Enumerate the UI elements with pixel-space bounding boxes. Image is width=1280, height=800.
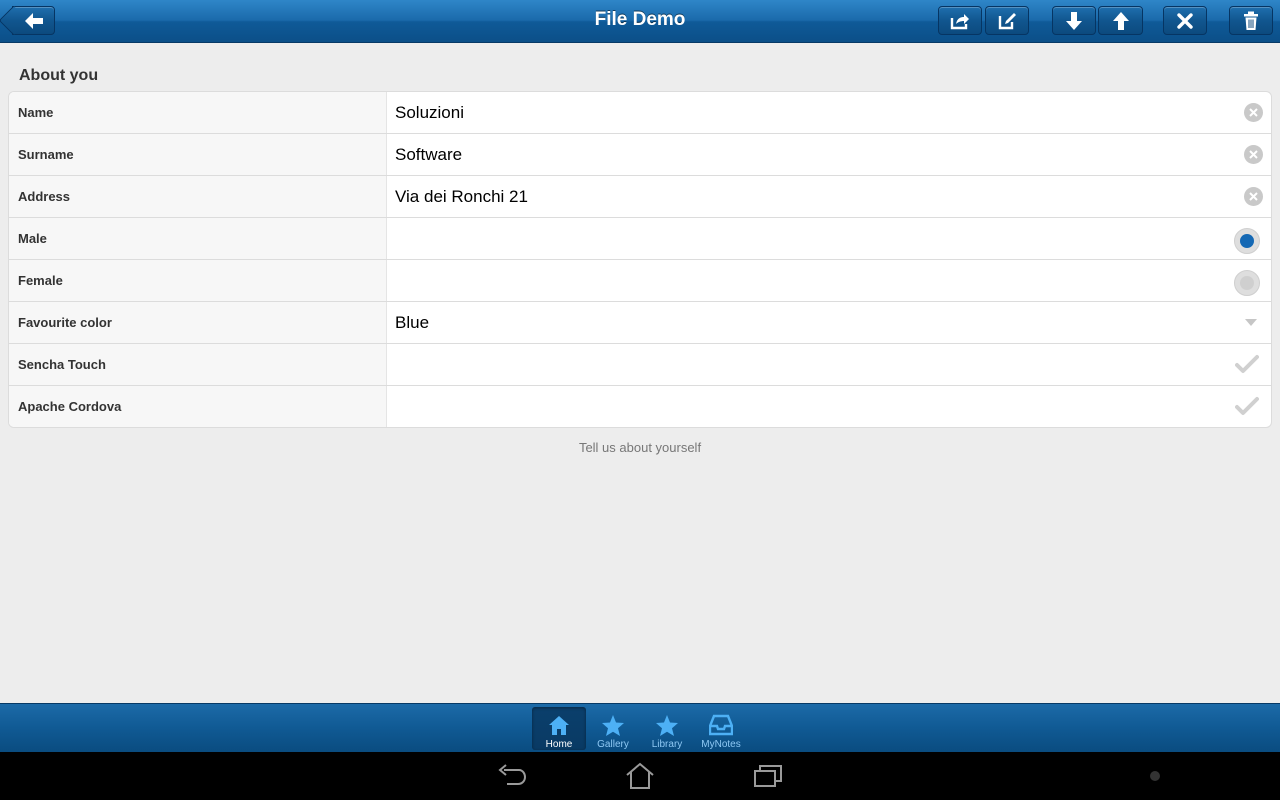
name-value: Soluzioni [395, 103, 464, 122]
edit-button[interactable] [985, 6, 1029, 35]
move-down-button[interactable] [1052, 6, 1096, 35]
cordova-row[interactable]: Apache Cordova [9, 386, 1271, 427]
share-button[interactable] [938, 6, 982, 35]
surname-row: Surname Software [9, 134, 1271, 176]
edit-icon [998, 12, 1016, 29]
male-row[interactable]: Male [9, 218, 1271, 260]
tab-label: Gallery [597, 739, 629, 750]
color-row[interactable]: Favourite color Blue [9, 302, 1271, 344]
nav-back-icon[interactable] [497, 762, 527, 790]
radio-empty-dot [1240, 276, 1254, 290]
name-label: Name [9, 92, 387, 133]
checkmark-icon[interactable] [1235, 396, 1259, 416]
color-value: Blue [395, 313, 430, 332]
close-icon [1177, 12, 1193, 29]
surname-label: Surname [9, 134, 387, 175]
arrow-down-icon [1066, 11, 1082, 30]
female-label: Female [9, 260, 387, 301]
clear-icon[interactable] [1244, 187, 1263, 206]
address-row: Address Via dei Ronchi 21 [9, 176, 1271, 218]
top-toolbar: File Demo [0, 0, 1280, 43]
tab-library[interactable]: Library [640, 707, 694, 750]
tab-label: Home [545, 739, 573, 750]
male-label: Male [9, 218, 387, 259]
share-icon [950, 13, 969, 29]
tab-label: MyNotes [701, 739, 741, 750]
status-dot-icon [1150, 771, 1160, 781]
radio-selected-dot [1240, 234, 1254, 248]
address-value: Via dei Ronchi 21 [395, 187, 528, 206]
cordova-label: Apache Cordova [9, 386, 387, 427]
sencha-row[interactable]: Sencha Touch [9, 344, 1271, 386]
nav-home-icon[interactable] [624, 762, 656, 790]
back-button[interactable] [12, 6, 55, 35]
inbox-icon [709, 714, 733, 736]
nav-recent-apps-icon[interactable] [752, 762, 784, 790]
delete-button[interactable] [1229, 6, 1273, 35]
female-row[interactable]: Female [9, 260, 1271, 302]
back-arrow-icon [24, 12, 43, 29]
tab-bar: Home Gallery Library MyNotes [0, 703, 1280, 752]
name-field[interactable]: Soluzioni [395, 92, 1271, 133]
star-icon [602, 714, 624, 736]
arrow-up-icon [1112, 11, 1129, 30]
tab-home[interactable]: Home [532, 707, 586, 750]
male-radio-field[interactable] [395, 218, 1271, 259]
trash-icon [1244, 11, 1258, 30]
close-button[interactable] [1163, 6, 1207, 35]
sencha-label: Sencha Touch [9, 344, 387, 385]
system-nav-bar [0, 752, 1280, 800]
surname-field[interactable]: Software [395, 134, 1271, 175]
address-field[interactable]: Via dei Ronchi 21 [395, 176, 1271, 217]
name-row: Name Soluzioni [9, 92, 1271, 134]
tab-label: Library [651, 739, 683, 750]
color-label: Favourite color [9, 302, 387, 343]
chevron-down-icon[interactable] [1245, 319, 1257, 326]
home-icon [549, 715, 569, 735]
clear-icon[interactable] [1244, 103, 1263, 122]
surname-value: Software [395, 145, 463, 164]
female-radio[interactable] [1234, 270, 1260, 296]
checkmark-icon[interactable] [1235, 354, 1259, 374]
move-up-button[interactable] [1098, 6, 1143, 35]
female-radio-field[interactable] [395, 260, 1271, 301]
about-form: Name Soluzioni Surname Software Address … [8, 91, 1272, 428]
tab-mynotes[interactable]: MyNotes [694, 707, 748, 750]
color-select[interactable]: Blue [395, 302, 1271, 343]
tab-gallery[interactable]: Gallery [586, 707, 640, 750]
cordova-checkbox-field[interactable] [395, 386, 1271, 427]
sencha-checkbox-field[interactable] [395, 344, 1271, 385]
star-icon [656, 714, 678, 736]
male-radio[interactable] [1234, 228, 1260, 254]
form-note: Tell us about yourself [578, 440, 702, 455]
address-label: Address [9, 176, 387, 217]
section-title: About you [19, 67, 99, 84]
clear-icon[interactable] [1244, 145, 1263, 164]
